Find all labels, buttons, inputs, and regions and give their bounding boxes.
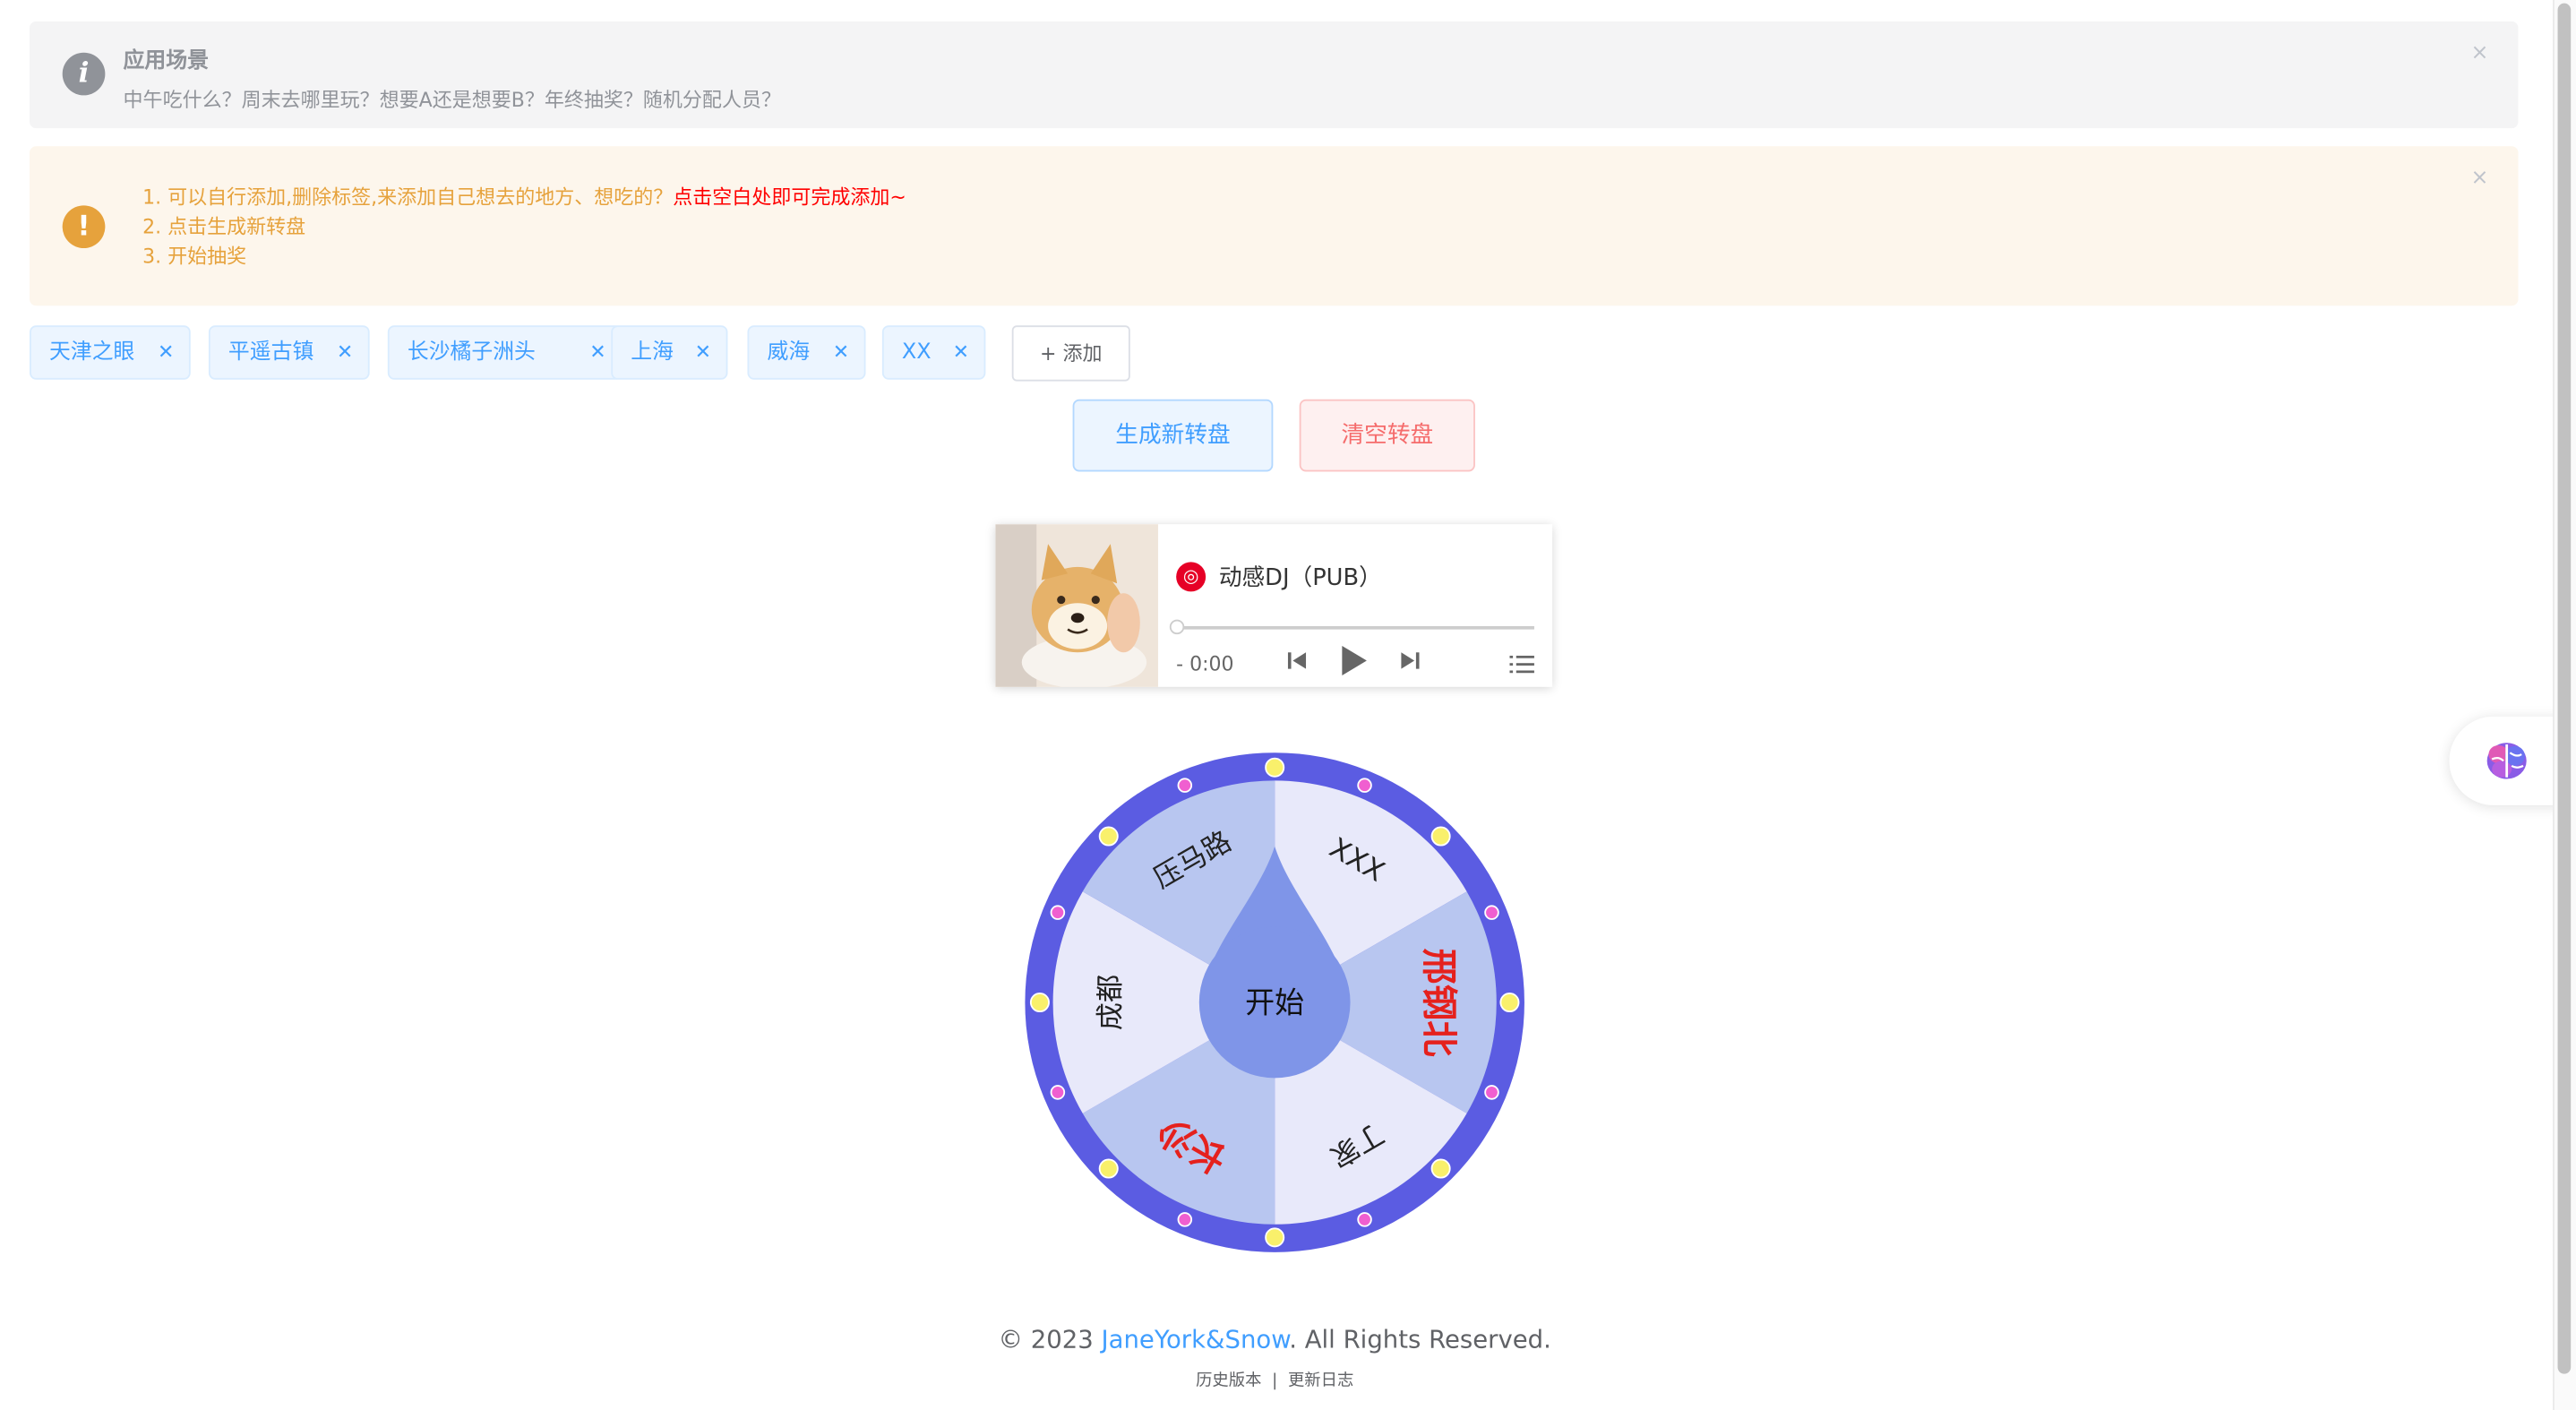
tag-close-icon[interactable]: ✕ xyxy=(833,327,849,378)
tag-label: 天津之眼 xyxy=(49,340,135,365)
prize-label: 成都 xyxy=(1095,975,1127,1030)
wheel-light xyxy=(1050,905,1066,920)
wheel-light xyxy=(1177,778,1193,793)
playlist-icon[interactable] xyxy=(1509,650,1534,682)
prize-tag[interactable]: 上海 ✕ xyxy=(611,325,728,380)
song-title: 动感DJ（PUB） xyxy=(1218,565,1382,592)
prize-tag[interactable]: 平遥古镇 ✕ xyxy=(208,325,370,380)
author-link[interactable]: JaneYork&Snow xyxy=(1101,1325,1289,1354)
tag-close-icon[interactable]: ✕ xyxy=(589,327,605,378)
album-cover[interactable] xyxy=(995,524,1158,687)
prize-wheel[interactable]: XXX 邢钢北 丁家 长沙 成都 压马路 开始 xyxy=(1024,751,1526,1253)
prize-label: 邢钢北 xyxy=(1418,949,1460,1057)
instruction-step-3: 开始抽奖 xyxy=(167,242,906,271)
netease-music-icon: ◎ xyxy=(1176,562,1206,592)
info-alert-title: 应用场景 xyxy=(123,49,209,74)
scrollbar-thumb[interactable] xyxy=(2557,3,2572,1374)
tag-label: 长沙橘子洲头 xyxy=(407,340,536,365)
wheel-light xyxy=(1357,1212,1372,1227)
clear-wheel-button[interactable]: 清空转盘 xyxy=(1299,399,1475,472)
info-alert-description: 中午吃什么？周末去哪里玩？想要A还是想要B？年终抽奖？随机分配人员？ xyxy=(123,89,781,112)
wheel-light xyxy=(1484,905,1499,920)
wheel-light xyxy=(1098,1158,1119,1179)
add-tag-button[interactable]: + 添加 xyxy=(1011,325,1130,382)
close-icon[interactable]: × xyxy=(2471,166,2489,191)
wheel-light xyxy=(1265,1227,1285,1248)
music-player: ◎ 动感DJ（PUB） - 0:00 xyxy=(995,524,1553,687)
generate-wheel-button[interactable]: 生成新转盘 xyxy=(1072,399,1274,472)
progress-bar[interactable] xyxy=(1176,625,1534,630)
wheel-light xyxy=(1050,1085,1066,1100)
tag-label: 上海 xyxy=(631,340,674,365)
prize-tag[interactable]: 长沙橘子洲头 ✕ xyxy=(387,325,623,380)
wheel-light xyxy=(1265,757,1285,778)
wheel-light xyxy=(1177,1212,1193,1227)
prize-tag[interactable]: 威海 ✕ xyxy=(747,325,866,380)
footer-copyright: © 2023 JaneYork&Snow. All Rights Reserve… xyxy=(998,1324,1551,1354)
instruction-highlight: 点击空白处即可完成添加~ xyxy=(673,185,906,209)
wheel-light xyxy=(1029,993,1050,1013)
tag-label: XX xyxy=(901,340,932,365)
brain-icon xyxy=(2486,743,2527,779)
wheel-light xyxy=(1098,826,1119,847)
changelog-link[interactable]: 更新日志 xyxy=(1288,1372,1353,1390)
instruction-step-2: 点击生成新转盘 xyxy=(167,212,906,242)
footer-links: 历史版本 | 更新日志 xyxy=(1196,1371,1354,1390)
info-icon: i xyxy=(62,52,106,96)
prize-tag[interactable]: XX ✕ xyxy=(881,325,986,380)
tag-close-icon[interactable]: ✕ xyxy=(953,327,969,378)
wheel-graphic: XXX邢钢北丁家长沙成都压马路开始 xyxy=(1025,752,1524,1252)
tag-close-icon[interactable]: ✕ xyxy=(158,327,174,378)
tag-label: 威海 xyxy=(767,340,811,365)
wheel-light xyxy=(1430,826,1451,847)
warning-icon: ! xyxy=(62,205,106,249)
info-alert: i 应用场景 中午吃什么？周末去哪里玩？想要A还是想要B？年终抽奖？随机分配人员… xyxy=(30,21,2519,129)
tag-label: 平遥古镇 xyxy=(228,340,314,365)
wheel-light xyxy=(1484,1085,1499,1100)
next-icon[interactable] xyxy=(1400,648,1420,679)
previous-icon[interactable] xyxy=(1287,648,1308,679)
play-icon[interactable] xyxy=(1339,644,1369,684)
tag-close-icon[interactable]: ✕ xyxy=(695,327,711,378)
prize-tag[interactable]: 天津之眼 ✕ xyxy=(30,325,191,380)
progress-handle[interactable] xyxy=(1169,619,1185,635)
start-label: 开始 xyxy=(1245,985,1304,1020)
doge-image xyxy=(995,524,1158,687)
history-link[interactable]: 历史版本 xyxy=(1196,1372,1261,1390)
wheel-light xyxy=(1499,993,1520,1013)
instruction-list: 可以自行添加,删除标签,来添加自己想去的地方、想吃的？点击空白处即可完成添加~ … xyxy=(142,183,906,271)
instruction-step-1: 可以自行添加,删除标签,来添加自己想去的地方、想吃的？点击空白处即可完成添加~ xyxy=(167,183,906,212)
time-display: - 0:00 xyxy=(1176,652,1234,675)
wheel-light xyxy=(1430,1158,1451,1179)
wheel-light xyxy=(1357,778,1372,793)
instructions-alert: ! 可以自行添加,删除标签,来添加自己想去的地方、想吃的？点击空白处即可完成添加… xyxy=(30,146,2519,306)
close-icon[interactable]: × xyxy=(2471,41,2489,66)
tag-close-icon[interactable]: ✕ xyxy=(337,327,353,378)
